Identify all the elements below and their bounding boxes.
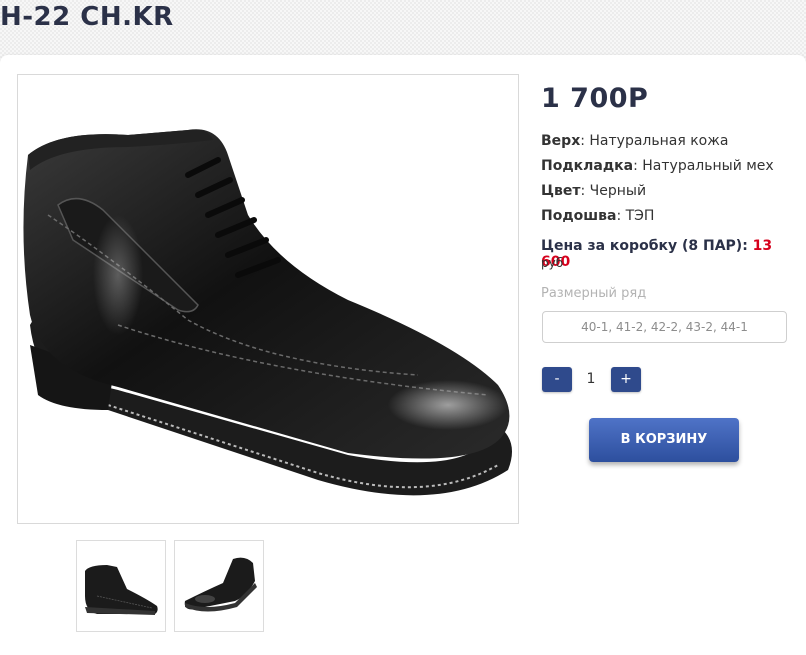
spec-sole: Подошва: ТЭП [541, 208, 655, 224]
sizes-label: Размерный ряд [541, 286, 647, 301]
spec-key: Подкладка [541, 158, 634, 174]
box-price-unit: руб [541, 256, 564, 270]
spec-value: ТЭП [625, 208, 655, 224]
spec-value: Черный [589, 183, 647, 199]
box-price: Цена за коробку (8 ПАР): 13 600 [541, 238, 806, 270]
quantity-value[interactable]: 1 [576, 367, 606, 392]
quantity-plus-button[interactable]: + [611, 367, 641, 392]
spec-upper: Верх: Натуральная кожа [541, 133, 729, 149]
spec-key: Верх [541, 133, 581, 149]
spec-key: Подошва [541, 208, 617, 224]
spec-value: Натуральная кожа [589, 133, 729, 149]
boot-thumbnail-angle [184, 557, 257, 612]
box-price-label: Цена за коробку (8 ПАР): [541, 238, 748, 254]
sizes-field[interactable]: 40-1, 41-2, 42-2, 43-2, 44-1 [542, 311, 787, 343]
thumbnail-1[interactable] [76, 540, 166, 632]
page-title: H-22 CH.KR [0, 2, 174, 32]
add-to-cart-button[interactable]: В КОРЗИНУ [589, 418, 739, 462]
product-main-image[interactable] [17, 74, 519, 524]
spec-value: Натуральный мех [642, 158, 774, 174]
boot-image [23, 129, 512, 496]
spec-key: Цвет [541, 183, 581, 199]
boot-thumbnail-side [85, 565, 158, 615]
quantity-minus-button[interactable]: - [542, 367, 572, 392]
spec-color: Цвет: Черный [541, 183, 647, 199]
spec-lining: Подкладка: Натуральный мех [541, 158, 774, 174]
thumbnail-2[interactable] [174, 540, 264, 632]
product-price: 1 700Р [541, 83, 649, 114]
